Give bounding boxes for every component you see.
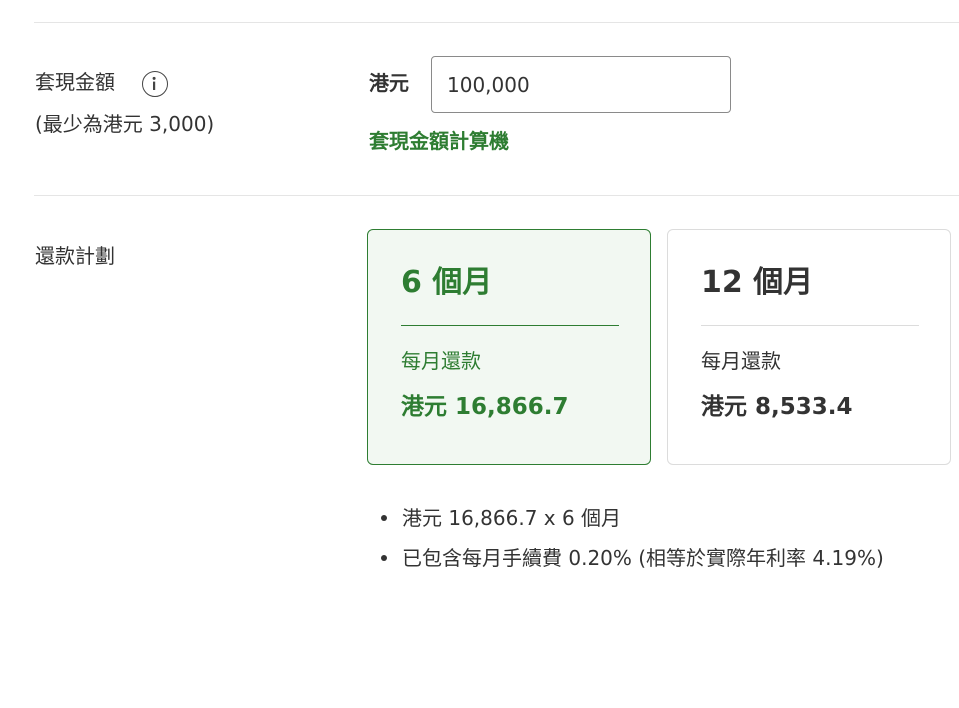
plan-divider	[401, 325, 619, 326]
cash-loan-form: 套現金額 (最少為港元 3,000) 港元 套現金額計算機 還款計劃 6 個月 …	[0, 0, 959, 708]
repayment-plan-label: 還款計劃	[35, 244, 115, 268]
list-item: 港元 16,866.7 x 6 個月	[380, 503, 884, 543]
minimum-amount-note: (最少為港元 3,000)	[35, 112, 215, 136]
note-text: 已包含每月手續費 0.20% (相等於實際年利率 4.19%)	[402, 546, 884, 570]
monthly-repayment-amount: 港元 8,533.4	[701, 394, 853, 420]
monthly-repayment-amount: 港元 16,866.7	[401, 394, 569, 420]
currency-label: 港元	[369, 71, 409, 95]
monthly-repayment-label: 每月還款	[701, 349, 781, 373]
plan-term: 12 個月	[701, 265, 814, 300]
cash-amount-label: 套現金額	[35, 70, 115, 94]
note-text: 港元 16,866.7 x 6 個月	[402, 506, 622, 530]
list-item: 已包含每月手續費 0.20% (相等於實際年利率 4.19%)	[380, 543, 884, 583]
bullet-icon	[381, 555, 387, 561]
plan-term: 6 個月	[401, 265, 493, 300]
cash-amount-input[interactable]	[431, 56, 731, 113]
plan-card-6-months[interactable]: 6 個月 每月還款 港元 16,866.7	[367, 229, 651, 465]
top-divider	[34, 22, 959, 23]
info-icon[interactable]	[142, 71, 168, 97]
section-divider	[34, 195, 959, 196]
plan-card-12-months[interactable]: 12 個月 每月還款 港元 8,533.4	[667, 229, 951, 465]
monthly-repayment-label: 每月還款	[401, 349, 481, 373]
repayment-notes: 港元 16,866.7 x 6 個月 已包含每月手續費 0.20% (相等於實際…	[380, 503, 884, 583]
bullet-icon	[381, 515, 387, 521]
calculator-link[interactable]: 套現金額計算機	[369, 127, 509, 155]
plan-divider	[701, 325, 919, 326]
